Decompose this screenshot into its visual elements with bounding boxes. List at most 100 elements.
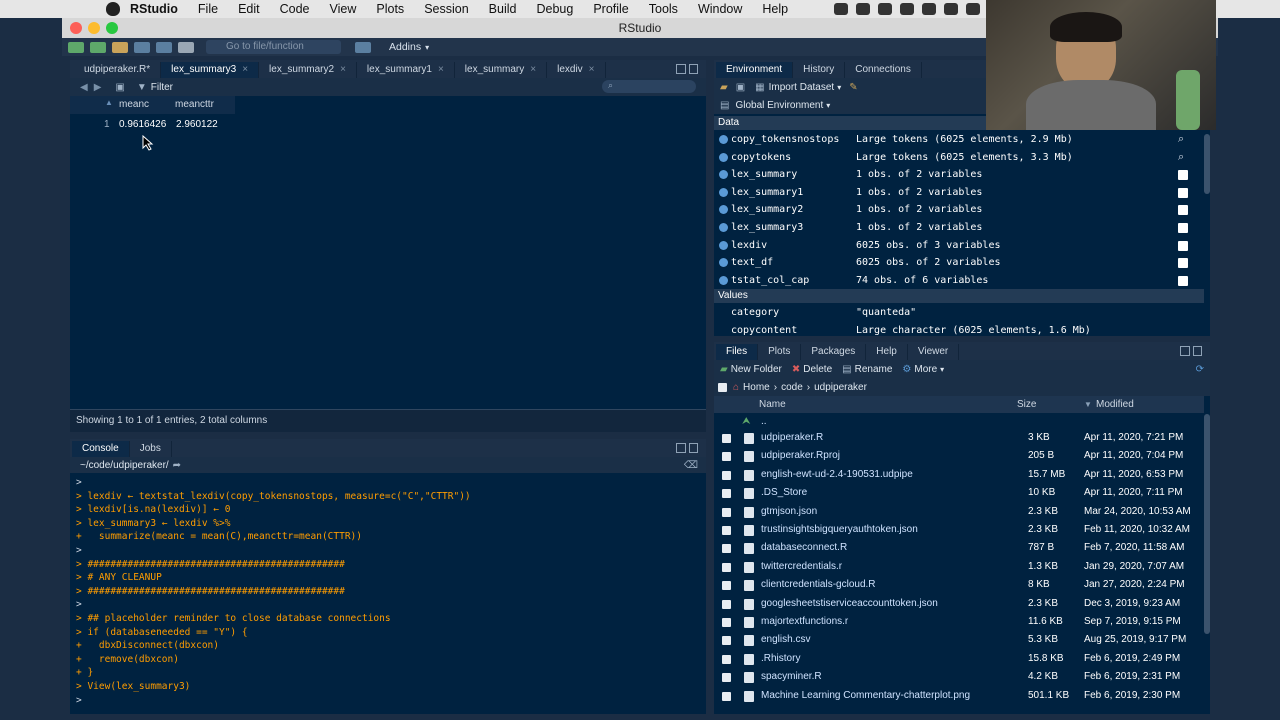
- filter-icon[interactable]: ▼: [137, 82, 147, 93]
- breadcrumb-udpiperaker[interactable]: udpiperaker: [814, 382, 867, 393]
- file-row[interactable]: spacyminer.R 4.2 KB Feb 6, 2019, 2:31 PM: [714, 668, 1204, 686]
- file-name-link[interactable]: trustinsightsbigqueryauthtoken.json: [761, 521, 918, 539]
- open-icon[interactable]: ▰: [720, 82, 728, 93]
- file-name-link[interactable]: .Rhistory: [761, 650, 800, 668]
- menu-help[interactable]: Help: [762, 2, 788, 16]
- close-window-button[interactable]: [70, 22, 82, 34]
- breadcrumb-code[interactable]: code: [781, 382, 803, 393]
- file-name-link[interactable]: Machine Learning Commentary-chatterplot.…: [761, 687, 970, 705]
- close-icon[interactable]: ×: [589, 64, 595, 75]
- file-checkbox[interactable]: [722, 654, 731, 664]
- wifi-icon[interactable]: [966, 3, 980, 15]
- file-checkbox[interactable]: [722, 618, 731, 627]
- env-row[interactable]: lex_summary2 1 obs. of 2 variables: [714, 201, 1204, 219]
- expand-icon[interactable]: [719, 258, 728, 268]
- env-row[interactable]: category "quanteda": [714, 304, 1204, 322]
- tab-connections[interactable]: Connections: [845, 62, 922, 78]
- env-row[interactable]: lex_summary3 1 obs. of 2 variables: [714, 219, 1204, 237]
- clear-console-icon[interactable]: ⌫: [684, 460, 698, 471]
- expand-icon[interactable]: [719, 187, 728, 197]
- tab-udpiperaker[interactable]: udpiperaker.R*: [74, 62, 162, 78]
- file-row[interactable]: english.csv 5.3 KB Aug 25, 2019, 9:17 PM: [714, 631, 1204, 649]
- broom-icon[interactable]: ✎: [849, 82, 857, 93]
- file-name-link[interactable]: twittercredentials.r: [761, 558, 842, 576]
- close-icon[interactable]: ×: [530, 64, 536, 75]
- table-icon[interactable]: [1178, 187, 1188, 198]
- file-row[interactable]: twittercredentials.r 1.3 KB Jan 29, 2020, …: [714, 558, 1204, 576]
- file-row[interactable]: gtmjson.json 2.3 KB Mar 24, 2020, 10:53 AM: [714, 503, 1204, 521]
- expand-icon[interactable]: [719, 223, 728, 232]
- status-icon[interactable]: [878, 3, 892, 15]
- file-name-link[interactable]: majortextfunctions.r: [761, 613, 848, 631]
- file-row[interactable]: majortextfunctions.r 11.6 KB Sep 7, 2019, …: [714, 613, 1204, 631]
- table-icon[interactable]: [1178, 240, 1188, 251]
- status-icon[interactable]: [856, 3, 870, 15]
- tab-lex-summary1[interactable]: lex_summary1 ×: [357, 62, 455, 78]
- more-button[interactable]: More: [914, 364, 937, 375]
- new-project-icon[interactable]: [90, 41, 106, 53]
- go-to-file-input[interactable]: Go to file/function: [206, 40, 341, 54]
- expand-icon[interactable]: [719, 170, 728, 180]
- forward-icon[interactable]: ▶: [94, 82, 102, 93]
- goto-dir-icon[interactable]: ➦: [173, 460, 181, 471]
- search-icon[interactable]: ⌕: [1178, 131, 1188, 145]
- env-name[interactable]: lex_summary: [731, 166, 797, 184]
- file-name-link[interactable]: english-ewt-ud-2.4-190531.udpipe: [761, 466, 913, 484]
- new-folder-button[interactable]: New Folder: [731, 364, 782, 375]
- file-name-link[interactable]: clientcredentials-gcloud.R: [761, 576, 876, 594]
- menu-app-name[interactable]: RStudio: [130, 2, 178, 16]
- menu-view[interactable]: View: [330, 2, 357, 16]
- tab-console[interactable]: Console: [72, 441, 130, 457]
- menu-window[interactable]: Window: [698, 2, 742, 16]
- file-checkbox[interactable]: [722, 489, 731, 499]
- scrollbar[interactable]: [1204, 134, 1210, 194]
- file-row[interactable]: clientcredentials-gcloud.R 8 KB Jan 27, 20…: [714, 576, 1204, 594]
- status-icon[interactable]: [922, 3, 936, 15]
- status-icon[interactable]: [834, 3, 848, 15]
- file-checkbox[interactable]: [722, 691, 731, 701]
- file-checkbox[interactable]: [722, 470, 731, 480]
- file-name-link[interactable]: googlesheetstiserviceaccounttoken.json: [761, 595, 938, 613]
- env-row[interactable]: lex_summary1 1 obs. of 2 variables: [714, 184, 1204, 202]
- tab-history[interactable]: History: [793, 62, 846, 78]
- file-row[interactable]: googlesheetstiserviceaccounttoken.json 2.…: [714, 595, 1204, 613]
- tab-lex-summary2[interactable]: lex_summary2 ×: [259, 62, 357, 78]
- tab-packages[interactable]: Packages: [801, 344, 867, 360]
- close-icon[interactable]: ×: [438, 64, 444, 75]
- table-icon[interactable]: [1178, 223, 1188, 233]
- file-name-link[interactable]: .DS_Store: [761, 484, 807, 502]
- menu-file[interactable]: File: [198, 2, 218, 16]
- file-checkbox[interactable]: [722, 544, 731, 554]
- menu-build[interactable]: Build: [489, 2, 517, 16]
- table-icon[interactable]: [1178, 275, 1188, 286]
- menu-plots[interactable]: Plots: [376, 2, 404, 16]
- env-name[interactable]: copytokens: [731, 149, 791, 167]
- file-row[interactable]: .DS_Store 10 KB Apr 11, 2020, 7:11 PM: [714, 484, 1204, 502]
- search-input[interactable]: ⌕: [602, 80, 696, 93]
- pane-controls[interactable]: [1180, 346, 1202, 356]
- file-checkbox[interactable]: [722, 507, 731, 517]
- env-name[interactable]: tstat_col_cap: [731, 272, 809, 290]
- save-icon[interactable]: ▣: [736, 82, 745, 93]
- file-name-link[interactable]: gtmjson.json: [761, 503, 817, 521]
- env-name[interactable]: copy_tokensnostops: [731, 131, 839, 149]
- tab-environment[interactable]: Environment: [716, 62, 794, 78]
- open-file-icon[interactable]: [112, 41, 128, 53]
- scrollbar[interactable]: [1204, 414, 1210, 634]
- tab-lex-summary[interactable]: lex_summary ×: [455, 62, 548, 78]
- popout-icon[interactable]: ▣: [115, 82, 124, 93]
- expand-icon[interactable]: [719, 275, 728, 285]
- tab-lexdiv[interactable]: lexdiv ×: [547, 62, 606, 78]
- apple-icon[interactable]: [106, 2, 120, 16]
- env-name[interactable]: category: [731, 304, 779, 322]
- menu-tools[interactable]: Tools: [649, 2, 678, 16]
- env-row[interactable]: tstat_col_cap 74 obs. of 6 variables: [714, 272, 1204, 290]
- zoom-window-button[interactable]: [106, 22, 118, 34]
- filter-button[interactable]: Filter: [151, 82, 173, 93]
- select-all-checkbox[interactable]: [718, 382, 727, 392]
- back-icon[interactable]: ◀: [80, 82, 88, 93]
- env-row[interactable]: copytokens Large tokens (6025 elements, 3…: [714, 149, 1204, 167]
- file-row[interactable]: udpiperaker.Rproj 205 B Apr 11, 2020, 7:04…: [714, 447, 1204, 465]
- file-checkbox[interactable]: [722, 562, 731, 572]
- print-icon[interactable]: [178, 41, 194, 53]
